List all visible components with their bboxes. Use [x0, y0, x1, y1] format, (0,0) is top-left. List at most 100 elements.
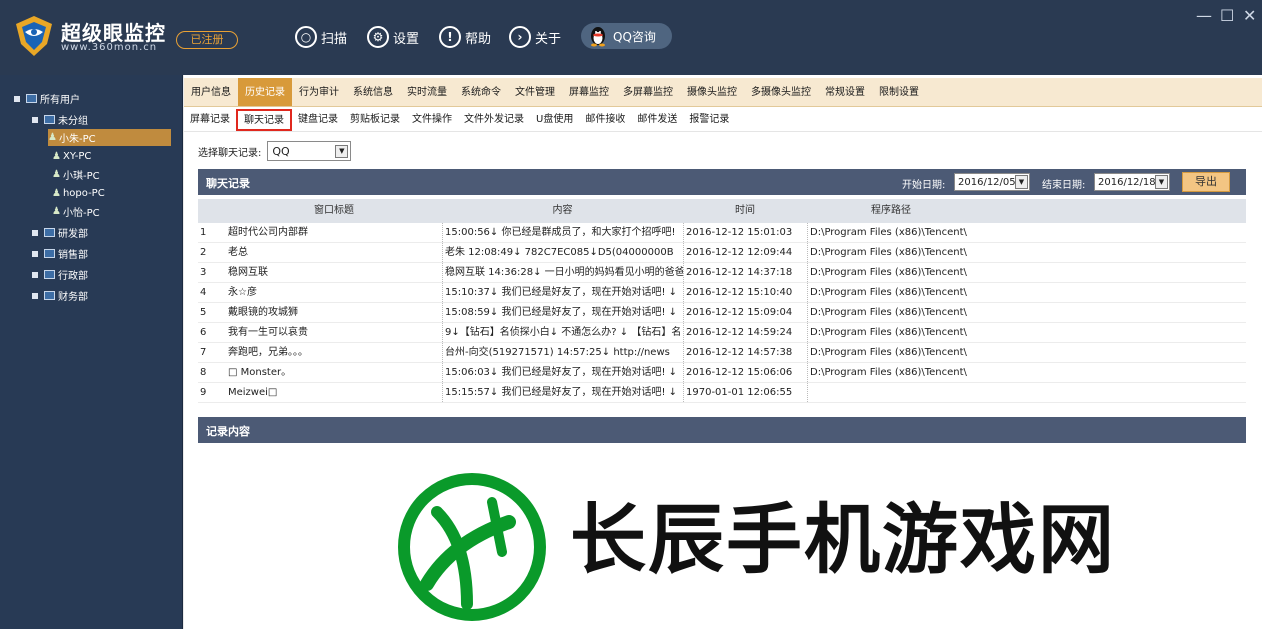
subtab-file-outgoing[interactable]: 文件外发记录: [458, 108, 530, 131]
tree-root-all-users[interactable]: 所有用户: [14, 90, 80, 107]
tab-restriction-settings[interactable]: 限制设置: [872, 78, 926, 106]
row-index: 2: [200, 247, 207, 258]
tab-screen-monitor[interactable]: 屏幕监控: [562, 78, 616, 106]
end-date-picker[interactable]: 2016/12/18 ▼: [1094, 173, 1170, 191]
end-date-label: 结束日期:: [1042, 180, 1086, 191]
user-label: XY-PC: [62, 151, 92, 162]
table-row[interactable]: 5 戴眼镜的攻城狮 15:08:59↓ 我们已经是好友了，现在开始对话吧! ↓ 201…: [198, 303, 1246, 323]
table-row[interactable]: 8 □ Monster。 15:06:03↓ 我们已经是好友了，现在开始对话吧! ↓…: [198, 363, 1246, 383]
subtab-mail-sent[interactable]: 邮件发送: [631, 108, 683, 131]
table-row[interactable]: 4 永☆彦 15:10:37↓ 我们已经是好友了，现在开始对话吧! ↓ 2016-12…: [198, 283, 1246, 303]
row-content: 15:15:57↓ 我们已经是好友了，现在开始对话吧! ↓: [442, 383, 683, 402]
minimize-button[interactable]: —: [1196, 6, 1212, 25]
tree-group-rd[interactable]: 研发部: [32, 224, 88, 241]
subtab-alarm-records[interactable]: 报警记录: [683, 108, 735, 131]
registered-badge[interactable]: 已注册: [176, 31, 238, 49]
subtab-clipboard-records[interactable]: 剪贴板记录: [344, 108, 406, 131]
tab-system-command[interactable]: 系统命令: [454, 78, 508, 106]
table-row[interactable]: 6 我有一生可以哀贵 9↓【钻石】名侦探小白↓ 不通怎么办? ↓ 【钻石】名 2016…: [198, 323, 1246, 343]
dropdown-arrow-icon[interactable]: ▼: [1015, 175, 1028, 189]
row-time: 2016-12-12 12:09:44: [683, 243, 807, 262]
subtab-mail-received[interactable]: 邮件接收: [579, 108, 631, 131]
computer-group-icon: [44, 291, 55, 300]
user-label: hopo-PC: [62, 188, 105, 199]
collapse-toggle-icon[interactable]: [14, 95, 20, 102]
tree-user-hopo[interactable]: ♟ hopo-PC: [52, 185, 105, 202]
tab-system-info[interactable]: 系统信息: [346, 78, 400, 106]
chat-type-value: QQ: [272, 144, 290, 158]
user-icon: ♟: [52, 206, 61, 217]
tab-user-info[interactable]: 用户信息: [184, 78, 238, 106]
row-window-title: 稳网互联: [228, 267, 268, 278]
about-button[interactable]: › 关于: [509, 24, 561, 50]
tree-group-admin[interactable]: 行政部: [32, 266, 88, 283]
expand-toggle-icon[interactable]: [32, 271, 38, 278]
subtab-keyboard-records[interactable]: 键盘记录: [292, 108, 344, 131]
row-index: 3: [200, 267, 207, 278]
col-content[interactable]: 内容: [442, 199, 683, 223]
qq-consult-label: QQ咨询: [613, 29, 656, 44]
main-tabs: 用户信息 历史记录 行为审计 系统信息 实时流量 系统命令 文件管理 屏幕监控 …: [184, 78, 1262, 107]
user-icon: ♟: [52, 169, 61, 180]
help-button[interactable]: ! 帮助: [439, 24, 491, 50]
scan-button[interactable]: ○ 扫描: [295, 24, 347, 50]
tree-user-xiaoqi[interactable]: ♟ 小琪-PC: [52, 166, 100, 183]
subtab-screen-records[interactable]: 屏幕记录: [184, 108, 236, 131]
chat-type-select[interactable]: QQ ▼: [267, 141, 352, 161]
row-window-title: 超时代公司内部群: [228, 227, 308, 238]
tree-user-xy[interactable]: ♟ XY-PC: [52, 148, 91, 165]
subtab-file-operations[interactable]: 文件操作: [406, 108, 458, 131]
close-button[interactable]: ✕: [1243, 6, 1256, 25]
table-header: 窗口标题 内容 时间 程序路径: [198, 199, 1246, 223]
row-content: 15:08:59↓ 我们已经是好友了，现在开始对话吧! ↓: [442, 303, 683, 322]
subtab-usb-usage[interactable]: U盘使用: [530, 108, 579, 131]
tree-user-xiaoyi[interactable]: ♟ 小怡-PC: [52, 203, 100, 220]
tab-file-management[interactable]: 文件管理: [508, 78, 562, 106]
group-label: 未分组: [58, 116, 88, 127]
table-row[interactable]: 1 超时代公司内部群 15:00:56↓ 你已经是群成员了，和大家打个招呼吧! 201…: [198, 223, 1246, 243]
col-window-title[interactable]: 窗口标题: [226, 199, 442, 223]
start-date-picker[interactable]: 2016/12/05 ▼: [954, 173, 1030, 191]
dropdown-arrow-icon[interactable]: ▼: [335, 144, 349, 158]
tree-user-xiaozhu[interactable]: ♟ 小朱-PC: [48, 129, 171, 146]
tree-group-sales[interactable]: 销售部: [32, 245, 88, 262]
qq-consult-button[interactable]: QQ咨询: [581, 23, 672, 49]
col-program-path[interactable]: 程序路径: [807, 199, 975, 223]
collapse-toggle-icon[interactable]: [32, 116, 38, 123]
tab-general-settings[interactable]: 常规设置: [818, 78, 872, 106]
tab-multi-screen-monitor[interactable]: 多屏幕监控: [616, 78, 680, 106]
row-window-title: 老总: [228, 247, 248, 258]
computer-group-icon: [44, 249, 55, 258]
table-row[interactable]: 2 老总 老朱 12:08:49↓ 782C7EC085↓D5(04000000B 2…: [198, 243, 1246, 263]
dropdown-arrow-icon[interactable]: ▼: [1155, 175, 1168, 189]
tab-realtime-traffic[interactable]: 实时流量: [400, 78, 454, 106]
tab-history[interactable]: 历史记录: [238, 78, 292, 106]
tab-camera-monitor[interactable]: 摄像头监控: [680, 78, 744, 106]
chat-records-title: 聊天记录: [206, 177, 250, 190]
row-program-path: D:\Program Files (x86)\Tencent\: [807, 343, 975, 362]
search-icon: ○: [295, 26, 317, 48]
maximize-button[interactable]: ☐: [1220, 6, 1234, 25]
tab-multi-camera-monitor[interactable]: 多摄像头监控: [744, 78, 818, 106]
expand-toggle-icon[interactable]: [32, 250, 38, 257]
row-time: 1970-01-01 12:06:55: [683, 383, 807, 402]
expand-toggle-icon[interactable]: [32, 229, 38, 236]
table-row[interactable]: 9 Meizwei□ 15:15:57↓ 我们已经是好友了，现在开始对话吧! ↓ 19…: [198, 383, 1246, 403]
row-window-title: 奔跑吧，兄弟。。。: [228, 347, 308, 358]
table-row[interactable]: 7 奔跑吧，兄弟。。。 台州-向交(519271571) 14:57:25↓ htt…: [198, 343, 1246, 363]
table-body: 1 超时代公司内部群 15:00:56↓ 你已经是群成员了，和大家打个招呼吧! 201…: [198, 223, 1246, 403]
settings-button[interactable]: ⚙ 设置: [367, 24, 419, 50]
settings-label: 设置: [393, 31, 420, 47]
col-time[interactable]: 时间: [683, 199, 807, 223]
tab-behavior-audit[interactable]: 行为审计: [292, 78, 346, 106]
start-date-label: 开始日期:: [902, 180, 946, 191]
row-content: 15:06:03↓ 我们已经是好友了，现在开始对话吧! ↓: [442, 363, 683, 382]
expand-toggle-icon[interactable]: [32, 292, 38, 299]
tree-group-finance[interactable]: 财务部: [32, 287, 88, 304]
export-button[interactable]: 导出: [1182, 172, 1230, 192]
tree-group-ungrouped[interactable]: 未分组: [32, 111, 88, 128]
computer-group-icon: [26, 94, 37, 103]
tree-root-label: 所有用户: [40, 95, 80, 106]
subtab-chat-records[interactable]: 聊天记录: [236, 109, 292, 131]
table-row[interactable]: 3 稳网互联 稳网互联 14:36:28↓ 一日小明的妈妈看见小明的爸爸 2016-1…: [198, 263, 1246, 283]
